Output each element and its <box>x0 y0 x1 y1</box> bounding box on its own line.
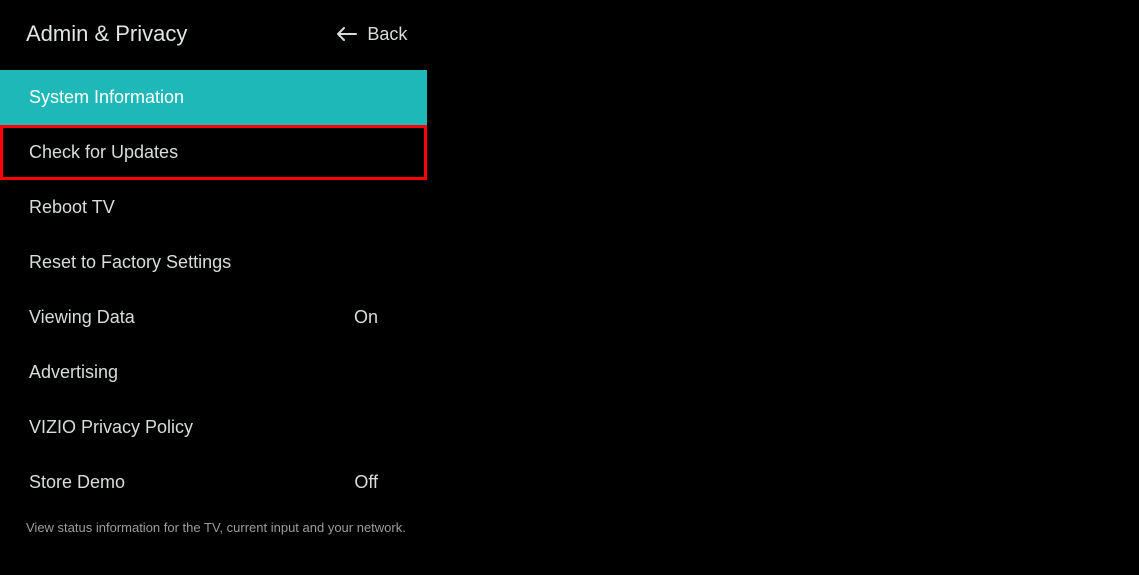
menu-item-advertising[interactable]: Advertising <box>0 345 427 400</box>
back-label: Back <box>367 24 407 45</box>
footer-description: View status information for the TV, curr… <box>0 510 1139 545</box>
menu-item-value: Off <box>354 472 398 493</box>
menu-item-label: Store Demo <box>29 472 354 493</box>
menu-item-label: System Information <box>29 87 378 108</box>
menu-item-label: Viewing Data <box>29 307 354 328</box>
page-title: Admin & Privacy <box>26 21 187 47</box>
menu-item-label: Check for Updates <box>29 142 378 163</box>
menu-item-vizio-privacy-policy[interactable]: VIZIO Privacy Policy <box>0 400 427 455</box>
menu-item-reboot-tv[interactable]: Reboot TV <box>0 180 427 235</box>
menu-item-reset-to-factory-settings[interactable]: Reset to Factory Settings <box>0 235 427 290</box>
menu-item-label: VIZIO Privacy Policy <box>29 417 378 438</box>
menu-item-label: Advertising <box>29 362 378 383</box>
menu-item-value: On <box>354 307 398 328</box>
menu-item-store-demo[interactable]: Store Demo Off <box>0 455 427 510</box>
menu-container: System Information Check for Updates Reb… <box>0 70 427 510</box>
header: Admin & Privacy Back <box>0 0 1139 50</box>
menu-item-check-for-updates[interactable]: Check for Updates <box>0 125 427 180</box>
menu-item-label: Reboot TV <box>29 197 378 218</box>
back-arrow-icon <box>337 27 357 41</box>
menu-item-viewing-data[interactable]: Viewing Data On <box>0 290 427 345</box>
back-button[interactable]: Back <box>337 24 407 45</box>
menu-item-label: Reset to Factory Settings <box>29 252 378 273</box>
menu-item-system-information[interactable]: System Information <box>0 70 427 125</box>
